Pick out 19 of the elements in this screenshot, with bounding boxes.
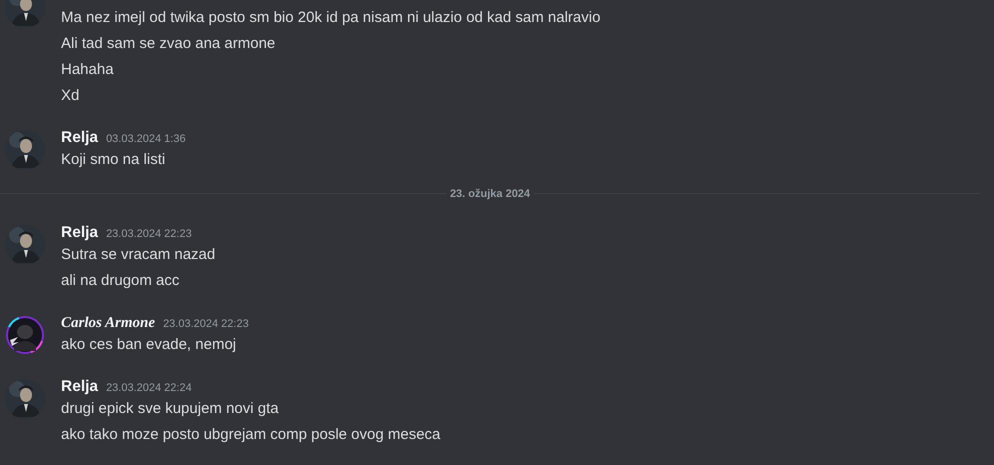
message-text: Hahaha	[61, 61, 114, 78]
message-text: drugi epick sve kupujem novi gta	[61, 400, 279, 417]
username[interactable]: Relja	[61, 376, 98, 398]
message-text: ako ces ban evade, nemoj	[61, 336, 236, 353]
timestamp: 23.03.2024 22:23	[106, 227, 192, 242]
timestamp: 23.03.2024 22:23	[163, 317, 249, 332]
message-text: Ma nez imejl od twika posto sm bio 20k id pa nisam ni ulazio od kad sam nalravio	[61, 9, 600, 26]
username[interactable]: Carlos Armone	[61, 312, 156, 334]
message-text: Sutra se vracam nazad	[61, 246, 216, 263]
message-text: Ali tad sam se zvao ana armone	[61, 35, 276, 52]
message-text: Xd	[61, 87, 80, 104]
username[interactable]: Relja	[61, 222, 98, 244]
username[interactable]: Relja	[61, 127, 98, 149]
timestamp: 03.03.2024 1:36	[106, 132, 186, 147]
timestamp: 23.03.2024 22:24	[106, 381, 192, 396]
message-text: ako tako moze posto ubgrejam comp posle ovog meseca	[61, 426, 440, 443]
message-text: Koji smo na listi	[61, 151, 166, 168]
date-divider-label: 23. ožujka 2024	[446, 188, 534, 200]
message-text: ali na drugom acc	[61, 272, 180, 289]
